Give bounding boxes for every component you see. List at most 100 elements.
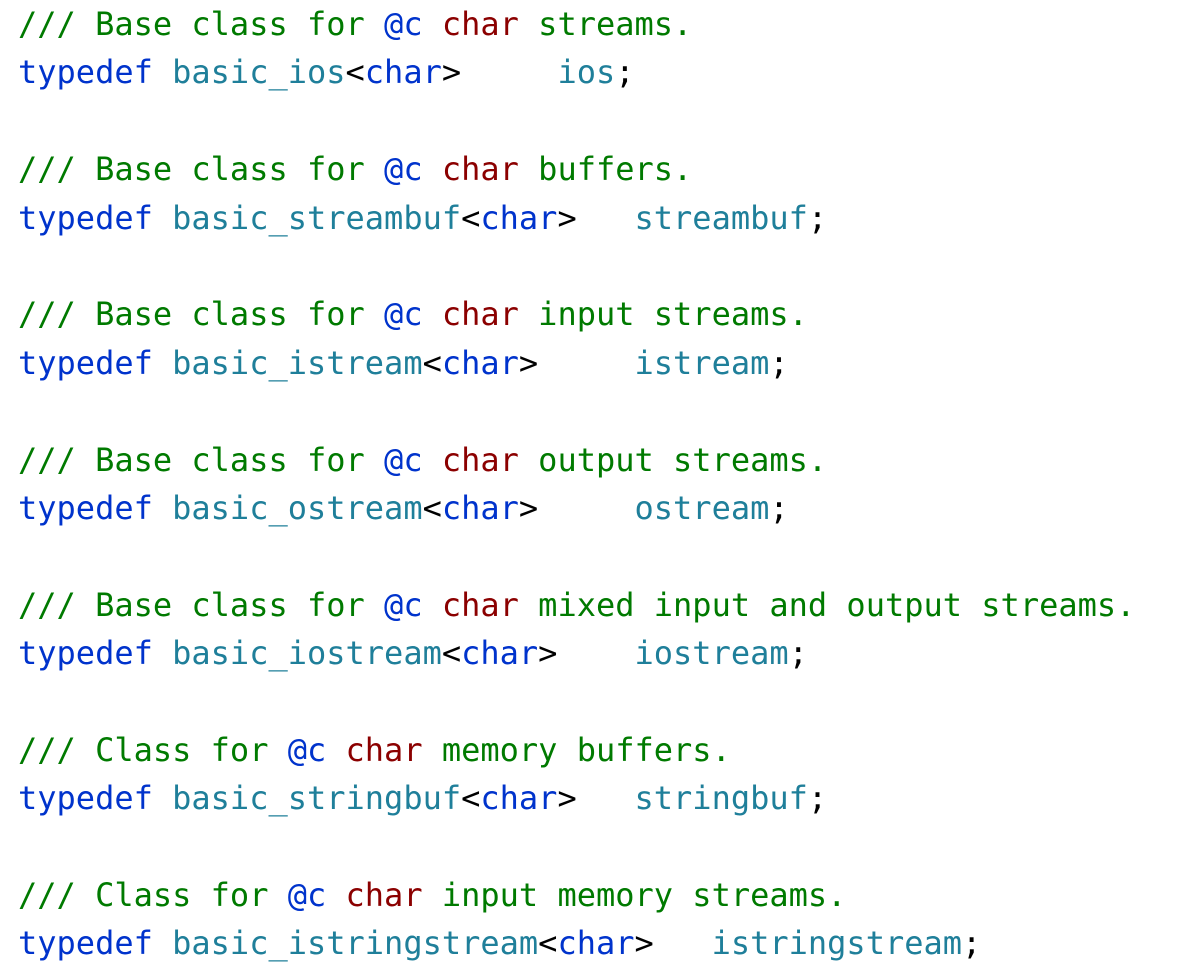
code-token-comment: [326, 876, 345, 914]
code-token-comment: /// Base class for: [18, 585, 385, 624]
typedef-line: typedef basic_streambuf<char> streambuf;: [18, 194, 1178, 242]
code-token-angle-bracket: >: [634, 924, 654, 963]
code-token-comment: memory buffers.: [422, 730, 731, 769]
code-token-punctuation: ;: [769, 343, 789, 382]
code-token-comment: input streams.: [518, 295, 808, 334]
code-token-keyword: char: [441, 488, 519, 527]
code-token-keyword: typedef: [18, 488, 153, 527]
code-token-keyword: typedef: [18, 343, 153, 382]
typedef-line: typedef basic_iostream<char> iostream;: [18, 629, 1178, 677]
code-token-comment: mixed input and output streams.: [518, 585, 1136, 624]
code-token-angle-bracket: <: [441, 634, 462, 673]
code-token-punctuation: [577, 199, 635, 237]
code-token-comment: [423, 295, 442, 333]
code-token-punctuation: [153, 344, 172, 382]
code-token-type: ios: [557, 53, 616, 92]
code-token-angle-bracket: >: [441, 53, 462, 92]
code-token-keyword: typedef: [18, 779, 153, 818]
code-token-punctuation: [153, 779, 172, 817]
code-token-angle-bracket: >: [518, 488, 539, 527]
code-token-keyword: @c: [384, 585, 423, 624]
code-token-type: ostream: [634, 488, 770, 527]
code-token-keyword: char: [364, 53, 442, 92]
doc-comment-line: /// Base class for @c char mixed input a…: [18, 581, 1178, 629]
code-token-keyword: char: [480, 198, 558, 237]
code-token-doc-keyword: char: [441, 150, 519, 189]
code-token-doc-keyword: char: [441, 585, 519, 624]
code-token-comment: input memory streams.: [422, 876, 847, 915]
typedef-line: typedef basic_ostream<char> ostream;: [18, 484, 1178, 532]
code-token-angle-bracket: <: [422, 343, 442, 382]
code-token-type: basic_ios: [172, 53, 346, 92]
code-token-punctuation: [557, 634, 634, 672]
code-token-punctuation: ;: [807, 198, 828, 237]
code-token-type: basic_istream: [172, 343, 423, 382]
code-token-punctuation: [153, 634, 172, 672]
code-token-comment: [423, 586, 442, 624]
code-token-comment: streams.: [518, 5, 693, 43]
code-token-angle-bracket: >: [557, 779, 577, 818]
code-token-comment: /// Base class for: [18, 150, 385, 189]
code-token-comment: buffers.: [518, 150, 693, 189]
code-token-keyword: char: [441, 343, 519, 382]
code-token-punctuation: ;: [807, 779, 828, 818]
code-token-keyword: @c: [384, 440, 423, 479]
code-token-comment: [423, 5, 442, 43]
code-token-comment: [423, 441, 442, 479]
code-token-doc-keyword: char: [345, 876, 423, 915]
code-token-type: basic_streambuf: [172, 198, 462, 237]
code-token-punctuation: ;: [615, 53, 635, 92]
typedef-line: typedef basic_stringbuf<char> stringbuf;: [18, 774, 1178, 822]
code-token-angle-bracket: <: [422, 488, 442, 527]
code-token-punctuation: [153, 924, 172, 962]
doc-comment-line: /// Class for @c char memory buffers.: [18, 726, 1178, 774]
code-token-angle-bracket: >: [518, 343, 539, 382]
code-token-type: iostream: [634, 634, 789, 673]
code-token-keyword: typedef: [18, 924, 153, 963]
code-token-punctuation: [538, 344, 634, 382]
code-token-angle-bracket: <: [538, 924, 558, 963]
code-token-keyword: char: [557, 924, 635, 963]
code-editor[interactable]: /// Base class for @c char streams. typed…: [18, 0, 1178, 968]
code-token-punctuation: [654, 924, 712, 962]
code-token-comment: /// Class for: [18, 730, 288, 769]
code-token-comment: [423, 150, 442, 188]
code-token-keyword: @c: [384, 150, 423, 189]
code-token-type: istringstream: [711, 924, 963, 963]
code-token-type: basic_ostream: [172, 488, 423, 527]
code-token-angle-bracket: <: [345, 53, 365, 92]
code-token-punctuation: [153, 199, 172, 237]
code-token-keyword: @c: [287, 730, 327, 769]
code-token-punctuation: [153, 53, 172, 91]
code-token-doc-keyword: char: [441, 440, 519, 479]
code-token-keyword: typedef: [18, 53, 153, 92]
typedef-line: typedef basic_istringstream<char> istrin…: [18, 919, 1178, 967]
code-token-type: basic_iostream: [172, 634, 442, 673]
code-token-type: streambuf: [634, 198, 808, 237]
code-token-doc-keyword: char: [345, 730, 423, 769]
code-token-angle-bracket: <: [461, 779, 481, 818]
code-token-angle-bracket: <: [461, 198, 481, 237]
code-token-keyword: char: [480, 779, 558, 818]
code-token-doc-keyword: char: [441, 295, 519, 334]
code-token-comment: /// Base class for: [18, 295, 385, 334]
doc-comment-line: /// Base class for @c char input streams…: [18, 290, 1178, 338]
doc-comment-line: /// Base class for @c char output stream…: [18, 436, 1178, 484]
code-token-keyword: typedef: [18, 634, 153, 673]
code-token-keyword: @c: [384, 5, 423, 43]
code-token-punctuation: ;: [962, 924, 982, 963]
code-token-type: istream: [634, 343, 770, 382]
typedef-line: typedef basic_ios<char> ios;: [18, 48, 1178, 96]
code-token-comment: output streams.: [518, 440, 828, 479]
code-token-type: basic_stringbuf: [172, 779, 462, 818]
doc-comment-line: /// Class for @c char input memory strea…: [18, 871, 1178, 919]
doc-comment-line: /// Base class for @c char buffers.: [18, 145, 1178, 193]
code-token-punctuation: ;: [788, 634, 808, 673]
code-token-type: basic_istringstream: [172, 924, 539, 963]
code-token-punctuation: [153, 489, 172, 527]
